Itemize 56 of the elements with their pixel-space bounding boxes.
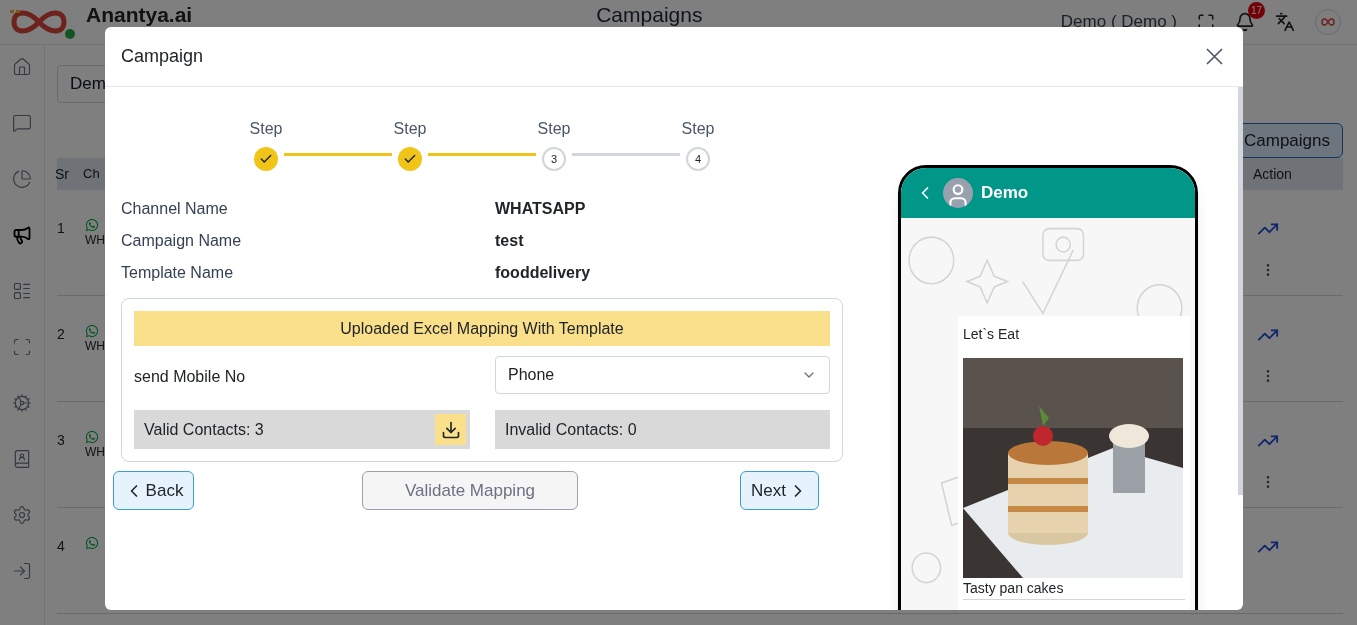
step-label: Step bbox=[537, 119, 571, 139]
column-header: Ch bbox=[83, 165, 100, 184]
detail-value: WHATSAPP bbox=[495, 199, 586, 219]
notification-button[interactable] bbox=[1235, 12, 1255, 32]
back-button[interactable]: Back bbox=[113, 471, 194, 510]
table-cell: WH bbox=[85, 444, 105, 460]
column-header: Action bbox=[1253, 164, 1293, 184]
logout-icon[interactable] bbox=[12, 561, 32, 581]
layout-icon[interactable] bbox=[12, 281, 32, 301]
step-indicator: 3 bbox=[542, 147, 566, 171]
brand-name: Anantya.ai bbox=[86, 4, 193, 25]
settings-icon[interactable] bbox=[12, 505, 32, 525]
table-cell-text: 1 bbox=[57, 219, 66, 238]
detail-label: Channel Name bbox=[121, 199, 229, 219]
whatsapp-icon bbox=[85, 536, 99, 550]
contact-book-icon[interactable] bbox=[12, 449, 32, 469]
step-label: Step bbox=[681, 119, 715, 139]
whatsapp-icon bbox=[85, 218, 99, 232]
detail-label: Template Name bbox=[121, 263, 235, 283]
table-cell: WH bbox=[85, 232, 105, 248]
check-icon bbox=[403, 152, 417, 166]
home-icon[interactable] bbox=[12, 57, 32, 77]
mapping-select[interactable]: Phone bbox=[495, 356, 830, 394]
message-caption: Tasty pan cakes bbox=[963, 578, 1185, 600]
table-cell: WH bbox=[85, 338, 105, 354]
gear-icon[interactable] bbox=[12, 393, 32, 413]
megaphone-icon[interactable] bbox=[12, 225, 32, 245]
mapping-title: Uploaded Excel Mapping With Template bbox=[134, 311, 830, 346]
detail-value: test bbox=[495, 231, 524, 251]
table-cell-text: 3 bbox=[57, 431, 66, 450]
detail-label: Campaign Name bbox=[121, 231, 243, 251]
table-cell-text: 2 bbox=[57, 325, 66, 344]
column-header: Sr bbox=[55, 164, 70, 184]
whatsapp-icon bbox=[85, 430, 99, 444]
invalid-contacts: Invalid Contacts: 0 bbox=[495, 410, 830, 449]
message-header: Let`s Eat bbox=[963, 325, 1021, 344]
message-icon[interactable] bbox=[12, 113, 32, 133]
step-label: Step bbox=[249, 119, 283, 139]
notification-badge: 17 bbox=[1248, 2, 1265, 19]
step-label: Step bbox=[393, 119, 427, 139]
next-button[interactable]: Next bbox=[740, 471, 819, 510]
page-title: Campaigns bbox=[596, 4, 703, 25]
valid-contacts-text: Valid Contacts: 3 bbox=[144, 419, 264, 440]
contact-avatar bbox=[943, 178, 973, 208]
step-indicator: 4 bbox=[686, 147, 710, 171]
translate-icon[interactable] bbox=[1275, 12, 1295, 32]
field-label: send Mobile No bbox=[134, 367, 247, 387]
check-icon bbox=[259, 152, 273, 166]
dialog-title: Campaign bbox=[121, 45, 204, 68]
pie-chart-icon[interactable] bbox=[12, 169, 32, 189]
contact-name: Demo bbox=[981, 182, 1029, 205]
scan-icon[interactable] bbox=[12, 337, 32, 357]
whatsapp-icon bbox=[85, 324, 99, 338]
table-cell-text: 4 bbox=[57, 537, 66, 556]
close-button[interactable] bbox=[1206, 48, 1223, 65]
detail-value: fooddelivery bbox=[495, 263, 591, 283]
